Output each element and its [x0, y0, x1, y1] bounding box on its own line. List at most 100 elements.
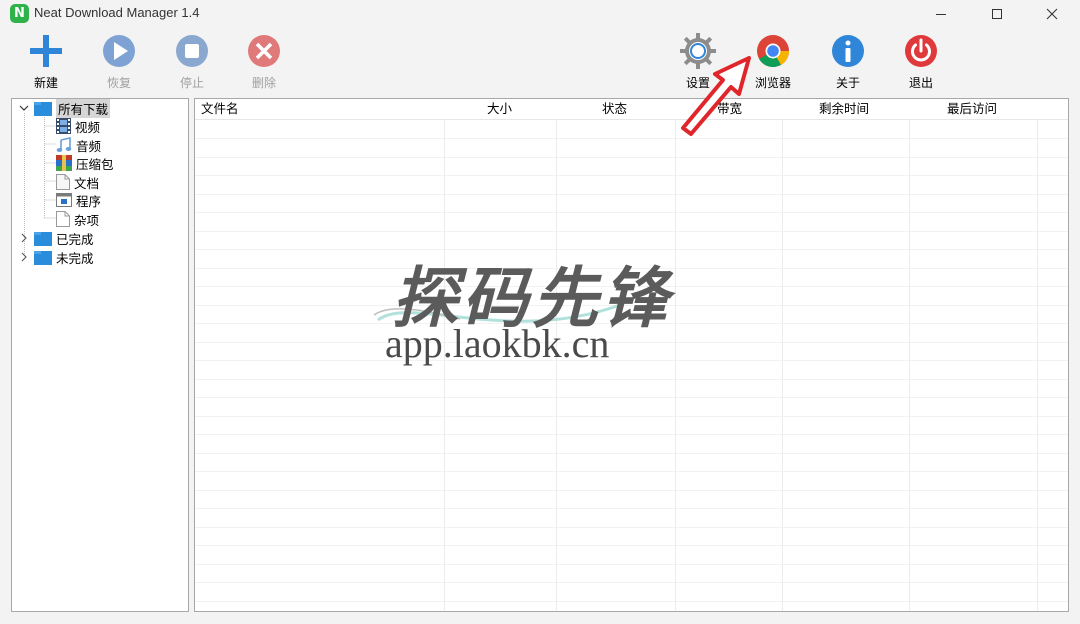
delete-label: 删除 — [251, 76, 276, 90]
browser-button[interactable]: 浏览器 — [741, 32, 805, 90]
settings-label: 设置 — [685, 76, 710, 90]
column-divider — [1037, 99, 1038, 611]
stop-icon — [176, 35, 208, 67]
delete-button[interactable]: 删除 — [232, 32, 296, 90]
row-separator — [195, 379, 1068, 380]
row-separator — [195, 286, 1068, 287]
maximize-button[interactable] — [974, 0, 1020, 28]
download-list: 文件名 大小 状态 带宽 剩余时间 最后访问 — [194, 98, 1069, 612]
toolbar: 新建 恢复 停止 删除 设置 浏览器 关于 退出 — [0, 28, 1080, 94]
tree-label-archive: 压缩包 — [76, 156, 114, 172]
row-separator — [195, 564, 1068, 565]
column-divider — [675, 99, 676, 611]
settings-button[interactable]: 设置 — [666, 32, 730, 90]
new-button[interactable]: 新建 — [14, 32, 78, 90]
close-button[interactable] — [1029, 0, 1075, 28]
exit-button[interactable]: 退出 — [889, 32, 953, 90]
plus-icon — [30, 35, 62, 67]
minimize-button[interactable] — [918, 0, 964, 28]
tree-item-all-downloads[interactable]: 所有下载 — [34, 99, 111, 118]
column-divider — [556, 99, 557, 611]
folder-icon — [34, 231, 52, 246]
row-separator — [195, 582, 1068, 583]
column-header-last-access[interactable]: 最后访问 — [947, 99, 997, 119]
app-logo-icon: N — [10, 4, 29, 23]
exit-label: 退出 — [908, 76, 933, 90]
tree-label-program: 程序 — [76, 193, 102, 209]
row-separator — [195, 231, 1068, 232]
row-separator — [195, 508, 1068, 509]
delete-icon — [248, 35, 280, 67]
tree-label-misc: 杂项 — [74, 212, 100, 228]
column-header-size[interactable]: 大小 — [487, 99, 512, 119]
tree-item-completed[interactable]: 已完成 — [34, 229, 94, 247]
row-separator — [195, 416, 1068, 417]
tree-item-archive[interactable]: 压缩包 — [56, 154, 114, 172]
row-separator — [195, 360, 1068, 361]
maximize-icon — [992, 9, 1002, 19]
row-separator — [195, 545, 1068, 546]
minimize-icon — [936, 14, 946, 15]
chrome-icon — [757, 35, 790, 68]
row-separator — [195, 268, 1068, 269]
new-label: 新建 — [33, 76, 58, 90]
row-separator — [195, 527, 1068, 528]
power-icon — [905, 35, 937, 67]
row-separator — [195, 434, 1068, 435]
expand-incomplete-icon[interactable] — [19, 252, 29, 262]
row-separator — [195, 212, 1068, 213]
tree-label-completed: 已完成 — [56, 231, 94, 247]
title-bar: N Neat Download Manager 1.4 — [0, 0, 1080, 28]
row-separator — [195, 342, 1068, 343]
column-header-time-left[interactable]: 剩余时间 — [819, 99, 869, 119]
window-title: Neat Download Manager 1.4 — [34, 5, 200, 20]
column-divider — [782, 99, 783, 611]
about-label: 关于 — [835, 76, 860, 90]
row-separator — [195, 453, 1068, 454]
column-divider — [909, 99, 910, 611]
film-icon — [56, 118, 71, 134]
tree-item-misc[interactable]: 杂项 — [56, 210, 99, 228]
row-separator — [195, 157, 1068, 158]
row-separator — [195, 601, 1068, 602]
close-icon — [1046, 8, 1058, 20]
tree-item-program[interactable]: 程序 — [56, 191, 101, 209]
row-separator — [195, 471, 1068, 472]
folder-icon — [34, 250, 52, 265]
row-separator — [195, 249, 1068, 250]
column-header-bandwidth[interactable]: 带宽 — [717, 99, 742, 119]
list-header: 文件名 大小 状态 带宽 剩余时间 最后访问 — [195, 99, 1068, 120]
tree-label-document: 文档 — [74, 175, 100, 191]
stop-label: 停止 — [179, 76, 204, 90]
document-icon — [56, 174, 70, 190]
tree-item-video[interactable]: 视频 — [56, 117, 100, 135]
resume-label: 恢复 — [106, 76, 131, 90]
column-divider — [444, 99, 445, 611]
folder-icon — [34, 101, 52, 116]
program-window-icon — [56, 193, 72, 207]
tree-label-video: 视频 — [75, 119, 101, 135]
tree-item-document[interactable]: 文档 — [56, 173, 99, 191]
tree-item-incomplete[interactable]: 未完成 — [34, 248, 94, 266]
column-header-filename[interactable]: 文件名 — [201, 99, 239, 119]
stop-button[interactable]: 停止 — [160, 32, 224, 90]
blank-file-icon — [56, 211, 70, 227]
row-separator — [195, 490, 1068, 491]
music-note-icon — [56, 137, 72, 152]
tree-label-audio: 音频 — [76, 138, 102, 154]
tree-label-all-downloads: 所有下载 — [56, 99, 111, 118]
resume-button[interactable]: 恢复 — [87, 32, 151, 90]
row-separator — [195, 175, 1068, 176]
row-separator — [195, 305, 1068, 306]
tree-item-audio[interactable]: 音频 — [56, 136, 101, 154]
about-button[interactable]: 关于 — [816, 32, 880, 90]
tree-label-incomplete: 未完成 — [56, 250, 94, 266]
row-separator — [195, 397, 1068, 398]
row-separator — [195, 138, 1068, 139]
expand-completed-icon[interactable] — [19, 233, 29, 243]
archive-icon — [56, 155, 72, 171]
collapse-all-downloads-icon[interactable] — [19, 103, 29, 113]
play-icon — [103, 35, 135, 67]
gear-icon — [680, 33, 716, 69]
column-header-status[interactable]: 状态 — [602, 99, 627, 119]
